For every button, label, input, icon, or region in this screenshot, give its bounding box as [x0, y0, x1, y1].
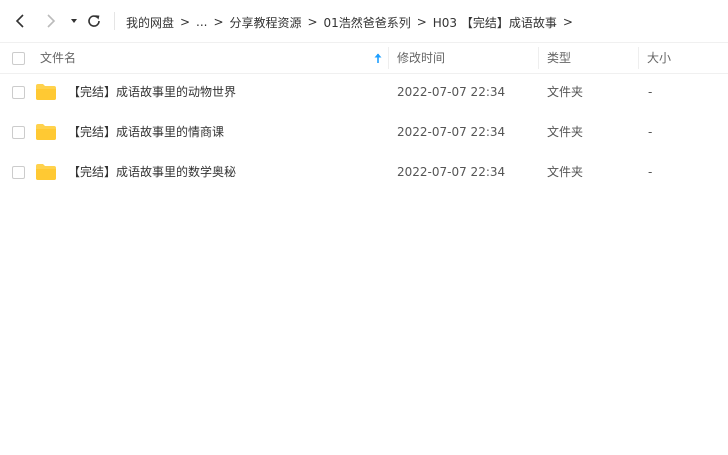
history-dropdown-button[interactable]	[63, 10, 85, 32]
file-size: -	[648, 85, 653, 99]
toolbar: 我的网盘 > ... > 分享教程资源 > 01浩然爸爸系列 > H03 【完结…	[0, 0, 728, 42]
folder-icon	[36, 84, 56, 100]
forward-button[interactable]	[39, 10, 61, 32]
file-name[interactable]: 【完结】成语故事里的情商课	[68, 112, 224, 152]
chevron-left-icon	[15, 14, 24, 28]
refresh-button[interactable]	[83, 10, 105, 32]
sort-up-arrow-icon[interactable]	[372, 52, 384, 64]
file-type: 文件夹	[547, 125, 584, 139]
file-modified-time: 2022-07-07 22:34	[397, 85, 506, 99]
column-header-name[interactable]: 文件名	[40, 43, 76, 73]
file-type: 文件夹	[547, 165, 584, 179]
table-row[interactable]: 【完结】成语故事里的动物世界 2022-07-07 22:34 文件夹 -	[0, 72, 728, 112]
breadcrumb-separator: >	[562, 15, 573, 29]
chevron-right-icon	[47, 14, 56, 28]
breadcrumb-separator: >	[179, 15, 191, 29]
folder-icon	[36, 164, 56, 180]
refresh-icon	[88, 15, 100, 27]
file-list-header: 文件名 修改时间 类型 大小	[0, 42, 728, 74]
column-header-modified[interactable]: 修改时间	[397, 43, 445, 73]
breadcrumb-separator: >	[307, 15, 318, 29]
table-row[interactable]: 【完结】成语故事里的数学奥秘 2022-07-07 22:34 文件夹 -	[0, 152, 728, 192]
file-name[interactable]: 【完结】成语故事里的动物世界	[68, 72, 236, 112]
folder-icon	[36, 124, 56, 140]
file-type: 文件夹	[547, 85, 584, 99]
file-modified-time: 2022-07-07 22:34	[397, 125, 506, 139]
column-separator[interactable]	[538, 47, 539, 69]
row-checkbox[interactable]	[12, 126, 25, 139]
file-name[interactable]: 【完结】成语故事里的数学奥秘	[68, 152, 236, 192]
breadcrumb-item-series[interactable]: 01浩然爸爸系列	[323, 14, 410, 31]
caret-down-icon	[71, 19, 77, 23]
back-button[interactable]	[10, 10, 32, 32]
breadcrumb-item-ellipsis[interactable]: ...	[196, 15, 207, 29]
breadcrumb-item-share[interactable]: 分享教程资源	[229, 14, 301, 31]
row-checkbox[interactable]	[12, 166, 25, 179]
file-modified-time: 2022-07-07 22:34	[397, 165, 506, 179]
table-row[interactable]: 【完结】成语故事里的情商课 2022-07-07 22:34 文件夹 -	[0, 112, 728, 152]
breadcrumb-separator: >	[416, 15, 427, 29]
column-header-type[interactable]: 类型	[547, 43, 571, 73]
breadcrumb-separator: >	[213, 15, 224, 29]
file-size: -	[648, 165, 653, 179]
select-all-checkbox[interactable]	[12, 52, 25, 65]
breadcrumb-item-current[interactable]: H03 【完结】成语故事	[433, 14, 557, 31]
column-separator[interactable]	[638, 47, 639, 69]
column-header-size[interactable]: 大小	[647, 43, 671, 73]
column-separator[interactable]	[388, 47, 389, 69]
file-size: -	[648, 125, 653, 139]
toolbar-divider	[114, 12, 115, 30]
row-checkbox[interactable]	[12, 86, 25, 99]
breadcrumb-item-root[interactable]: 我的网盘	[126, 14, 174, 31]
breadcrumb: 我的网盘 > ... > 分享教程资源 > 01浩然爸爸系列 > H03 【完结…	[126, 12, 579, 32]
